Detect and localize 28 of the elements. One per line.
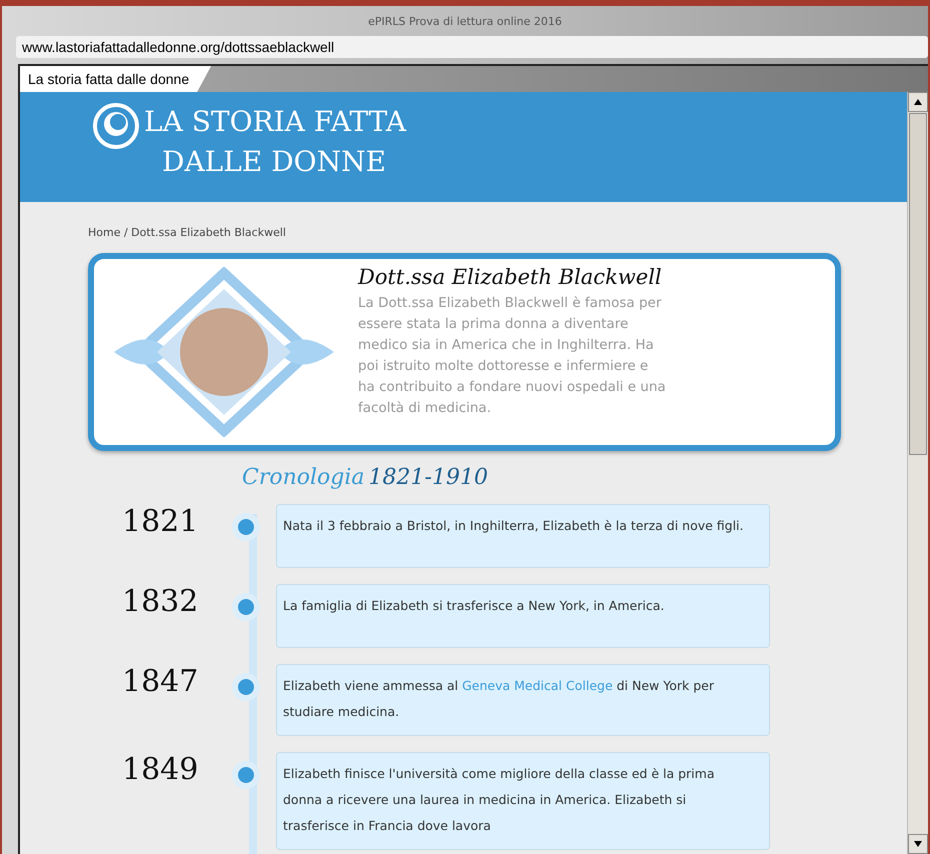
timeline-title: Cronologia [242,465,365,490]
breadcrumb: Home / Dott.ssa Elizabeth Blackwell [88,226,287,239]
address-bar[interactable]: www.lastoriafattadalledonne.org/dottssaeblackwell [16,36,928,58]
scrollbar[interactable] [907,92,928,854]
event-year: 1847 [121,664,200,699]
down-arrow-icon [914,841,922,847]
event-description: Elizabeth finisce l'università come migliore della classe ed è la prima donna a ricevere una laurea in medicina in America. Elizabeth si trasferisce in Francia dove lavora [276,752,770,850]
logo-icon [92,102,140,150]
profile-bio: La Dott.ssa Elizabeth Blackwell è famosa per essere stata la prima donna a diventare medico sia in America che in Inghilterra. Ha poi istruito molte dottoresse e infermiere e ha contribuito a fondare nuovi ospedali e una facoltà di medicina. [358,294,667,418]
event-year: 1832 [121,584,200,619]
event-year: 1821 [121,504,200,539]
timeline-dot-icon [231,672,261,702]
event-description: La famiglia di Elizabeth si trasferisce a New York, in America. [276,584,770,648]
scroll-down-button[interactable] [908,834,928,854]
window-title: ePIRLS Prova di lettura online 2016 [367,14,563,30]
event-description: Elizabeth viene ammessa al Geneva Medical College di New York per studiare medicina. [276,664,770,736]
event-year: 1849 [121,752,200,787]
timeline-range: 1821-1910 [368,465,488,490]
profile-name: Dott.ssa Elizabeth Blackwell [358,265,663,289]
site-logo-text: LA STORIA FATTA DALLE DONNE [144,104,406,180]
scroll-thumb[interactable] [909,113,927,455]
timeline-dot-icon [231,512,261,542]
timeline-dot-icon [231,592,261,622]
browser-tab[interactable]: La storia fatta dalle donne [20,66,212,92]
scroll-up-button[interactable] [908,92,928,112]
event-description: Nata il 3 febbraio a Bristol, in Inghilterra, Elizabeth è la terza di nove figli. [276,504,770,568]
timeline-dot-icon [231,760,261,790]
up-arrow-icon [914,99,922,105]
